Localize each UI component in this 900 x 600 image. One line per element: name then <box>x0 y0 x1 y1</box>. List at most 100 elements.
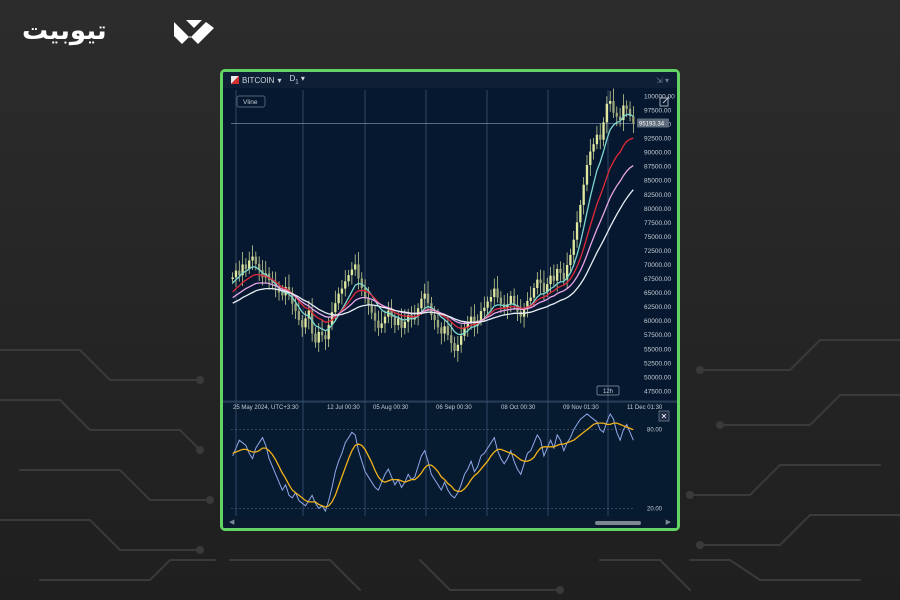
candle-body <box>301 320 304 328</box>
instrument-flag-icon <box>231 76 239 84</box>
price-tick-label: 75000.00 <box>644 234 671 241</box>
time-tick-label: 11 Dec 01:30 <box>627 405 663 411</box>
candle-body <box>377 320 380 328</box>
candle-body <box>556 268 559 281</box>
oscillator-level-label: 80.00 <box>647 428 663 434</box>
time-tick-label: 05 Aug 00:30 <box>373 405 409 411</box>
symbol-selector[interactable]: BITCOIN ▾ <box>223 76 281 85</box>
price-tick-label: 92500.00 <box>644 136 671 143</box>
price-tick-label: 55000.00 <box>644 346 671 353</box>
candle-body <box>314 333 317 343</box>
price-tick-label: 62500.00 <box>644 304 671 311</box>
brand-logo-text: تیوبیت <box>22 16 107 46</box>
candle-body <box>602 122 605 140</box>
time-tick-label: 06 Sep 00:30 <box>436 405 472 411</box>
candle-body <box>281 292 284 296</box>
candle-body <box>592 144 595 152</box>
scrollbar-thumb[interactable] <box>595 521 641 525</box>
price-tick-label: 100000.00 <box>644 93 675 100</box>
candle-body <box>579 204 582 223</box>
candle-body <box>575 222 579 240</box>
price-tick-label: 52500.00 <box>644 360 671 367</box>
candle-body <box>324 335 327 340</box>
candle-body <box>397 318 400 326</box>
candle-body <box>238 270 241 276</box>
candle-body <box>529 297 532 301</box>
candle-body <box>380 323 383 328</box>
candle-body <box>536 279 539 289</box>
candle-body <box>456 344 459 351</box>
candle-body <box>363 288 367 299</box>
scroll-right-icon[interactable]: ▶ <box>666 518 671 526</box>
candle-body <box>595 134 599 145</box>
timeframe-badge: 12h <box>603 389 613 395</box>
symbol-label: BITCOIN <box>242 75 275 85</box>
candle-body <box>552 275 556 281</box>
vline-tag-label: Vline <box>243 99 258 106</box>
close-icon[interactable]: ✕ <box>658 410 670 422</box>
candle-body <box>453 343 456 351</box>
candle-body <box>254 256 257 264</box>
time-tick-label: 12 Jul 00:30 <box>327 405 360 411</box>
candle-body <box>582 184 585 205</box>
candle-body <box>337 293 340 304</box>
candle-body <box>532 288 536 298</box>
timeframe-selector[interactable]: D1 ▾ <box>289 74 304 86</box>
chevron-down-icon: ▾ <box>277 75 282 85</box>
candle-body <box>350 269 354 276</box>
price-tick-label: 57500.00 <box>644 332 671 339</box>
candle-body <box>373 312 377 321</box>
candle-body <box>459 335 463 345</box>
candle-body <box>294 303 297 312</box>
price-tick-label: 90000.00 <box>644 150 671 157</box>
candle-body <box>450 335 453 344</box>
candle-body <box>539 279 542 283</box>
chevron-down-icon: ▾ <box>300 74 305 84</box>
price-tick-label: 87500.00 <box>644 164 671 171</box>
candle-body <box>340 288 344 294</box>
candle-body <box>599 134 602 140</box>
time-tick-label: 08 Oct 00:30 <box>501 405 536 411</box>
price-tick-label: 47500.00 <box>644 388 671 395</box>
price-tick-label: 67500.00 <box>644 276 671 283</box>
time-tick-label: 25 May 2024, UTC+3:30 <box>233 405 299 411</box>
candle-body <box>433 314 436 321</box>
candle-body <box>609 100 612 104</box>
candle-body <box>231 277 234 280</box>
candle-body <box>436 320 440 328</box>
horizontal-scrollbar[interactable]: ◀ ▶ <box>223 518 677 528</box>
candle-body <box>569 254 572 266</box>
candle-body <box>559 268 562 273</box>
candle-body <box>426 293 430 304</box>
candle-body <box>486 301 489 308</box>
window-controls[interactable]: ⇲ ▾ <box>656 76 677 85</box>
candle-body <box>357 264 360 279</box>
price-tick-label: 77500.00 <box>644 220 671 227</box>
candle-body <box>317 331 320 343</box>
candle-body <box>347 275 350 282</box>
candle-body <box>496 288 499 298</box>
candle-body <box>297 311 301 321</box>
scroll-left-icon[interactable]: ◀ <box>229 518 234 526</box>
candle-body <box>479 311 483 321</box>
candle-body <box>344 281 347 289</box>
candle-body <box>605 103 609 123</box>
candle-body <box>612 100 615 113</box>
candle-body <box>244 264 248 269</box>
candle-body <box>509 295 512 305</box>
price-tick-label: 60000.00 <box>644 318 671 325</box>
candle-body <box>632 116 635 124</box>
candle-body <box>440 327 443 334</box>
chart-toolbar: BITCOIN ▾ D1 ▾ ⇲ ▾ <box>223 72 677 88</box>
trading-chart-window: 100000.0097500.0095000.0092500.0090000.0… <box>220 69 680 531</box>
candle-body <box>354 264 357 270</box>
candle-body <box>334 303 337 313</box>
candle-body <box>562 272 565 280</box>
candle-body <box>499 297 503 304</box>
candle-body <box>423 293 426 299</box>
candle-body <box>370 305 373 313</box>
candle-body <box>443 326 446 334</box>
candle-body <box>420 298 423 309</box>
candle-body <box>542 282 546 292</box>
candle-body <box>304 318 307 328</box>
